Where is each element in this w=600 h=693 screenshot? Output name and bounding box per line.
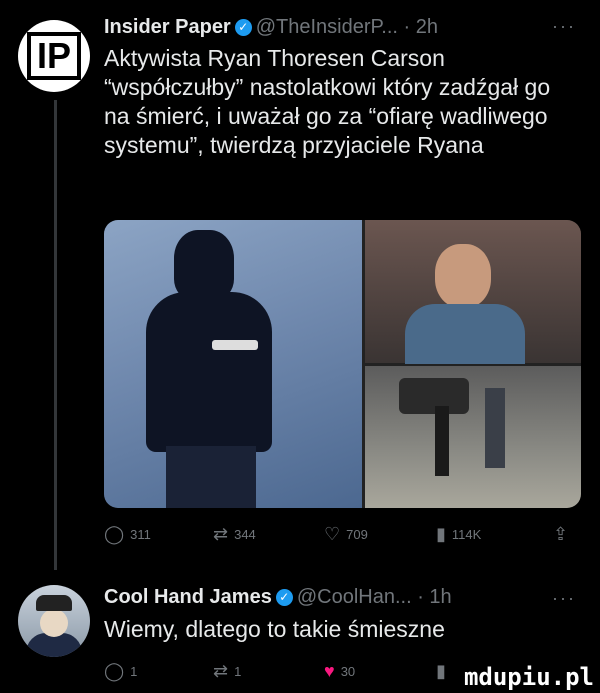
views-icon: ▮ [436,524,446,544]
tweet-text: Aktywista Ryan Thoresen Carson “współczu… [104,45,551,158]
retweet-count: 1 [234,664,242,679]
retweet-count: 344 [234,527,256,542]
tweet-header: Insider Paper ✓ @TheInsiderP... · 2h [104,16,438,39]
insider-paper-logo: IP [26,32,81,80]
like-count: 30 [340,664,356,679]
reply-count: 1 [130,664,138,679]
retweet-button[interactable]: ⇄ 1 [213,661,241,682]
like-button[interactable]: ♡ 709 [324,524,368,545]
author-name[interactable]: Cool Hand James [104,586,272,608]
reply-icon: ◯ [104,661,125,681]
more-options-icon[interactable]: ··· [552,16,576,37]
thread-line [54,100,57,570]
retweet-button[interactable]: ⇄ 344 [213,524,256,545]
timestamp[interactable]: · 2h [404,16,438,38]
watermark: mdupiu.pl [463,663,594,691]
heart-filled-icon: ♥ [324,661,335,681]
reply-icon: ◯ [104,524,125,544]
tweet-header: Cool Hand James ✓ @CoolHan... · 1h [104,586,452,609]
verified-badge-icon: ✓ [275,589,293,607]
author-name[interactable]: Insider Paper [104,16,231,38]
avatar[interactable] [18,585,90,657]
reply-count: 311 [130,527,151,542]
retweet-icon: ⇄ [213,661,229,681]
like-button[interactable]: ♥ 30 [324,661,355,682]
verified-badge-icon: ✓ [234,19,252,37]
reply-button[interactable]: ◯ 1 [104,661,137,682]
tweet-text: Wiemy, dlatego to takie śmieszne [104,616,445,642]
timestamp[interactable]: · 1h [417,586,451,608]
photo-street-scene[interactable] [365,366,581,508]
like-count: 709 [346,527,368,542]
author-handle[interactable]: @TheInsiderP... [256,16,398,38]
heart-icon: ♡ [324,524,341,544]
reply-button[interactable]: ◯ 311 [104,524,151,545]
views-button[interactable]: ▮ 114K [436,524,481,545]
views-button[interactable]: ▮ [436,661,452,682]
more-options-icon[interactable]: ··· [552,588,576,609]
avatar[interactable]: IP [18,20,90,92]
view-count: 114K [451,527,482,542]
photo-victim[interactable] [365,220,581,364]
author-handle[interactable]: @CoolHan... [297,586,412,608]
share-button[interactable]: ⇪ [553,524,574,545]
share-icon: ⇪ [553,524,569,544]
photo-suspect[interactable] [104,220,362,508]
retweet-icon: ⇄ [213,524,229,544]
views-icon: ▮ [436,661,446,681]
tweet-media[interactable] [104,220,581,508]
